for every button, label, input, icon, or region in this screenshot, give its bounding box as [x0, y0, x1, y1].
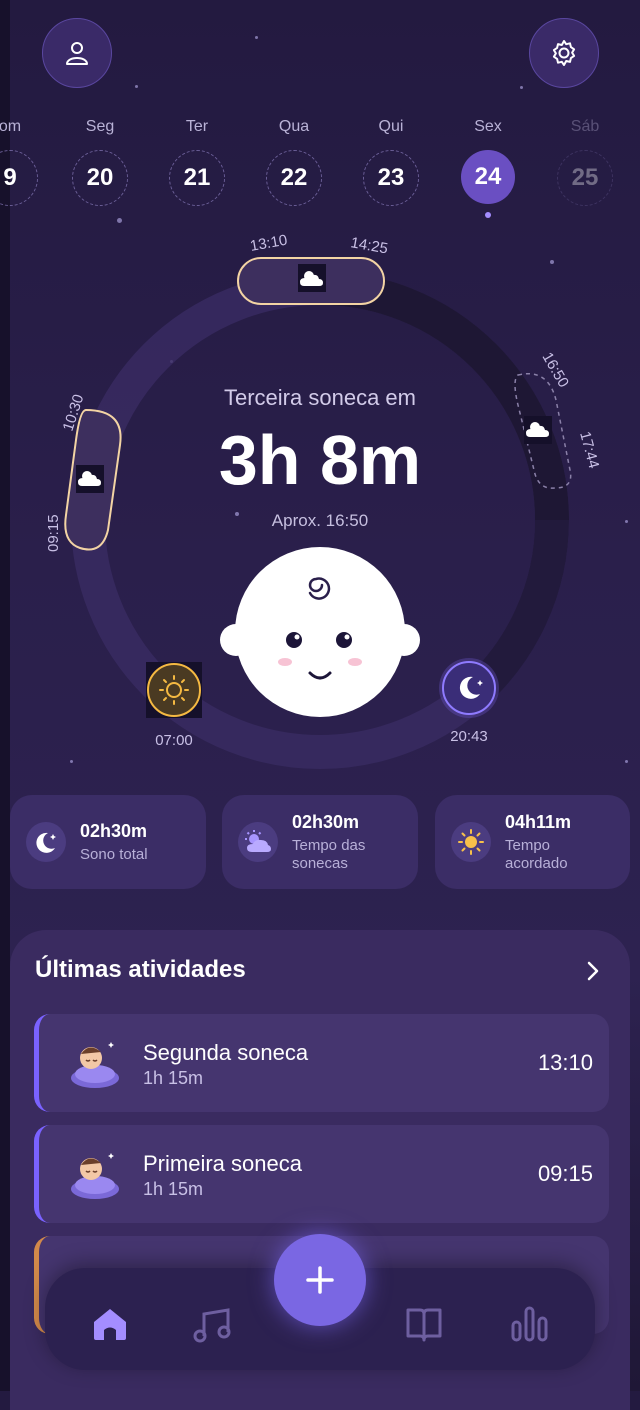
- activity-name: Primeira soneca: [143, 1151, 302, 1176]
- baby-face-illustration: [220, 547, 420, 717]
- stat-label-line2: acordado: [505, 854, 568, 872]
- stat-value: 04h11m: [505, 811, 572, 832]
- wake-time-label: 07:00: [155, 732, 193, 749]
- music-icon[interactable]: [192, 1304, 234, 1344]
- stat-awake-time[interactable]: 04h11m Tempo acordado: [435, 795, 630, 889]
- nap2-start-label: 13:10: [249, 232, 289, 255]
- wake-marker[interactable]: [146, 662, 202, 718]
- bed-time-label: 20:43: [450, 728, 488, 745]
- activity-duration: 1h 15m: [143, 1068, 204, 1088]
- bedtime-marker[interactable]: [439, 658, 499, 718]
- stat-label: Tempo das sonecas: [292, 837, 365, 873]
- stat-total-sleep[interactable]: 02h30m Sono total: [10, 795, 206, 889]
- countdown-label: Terceira soneca em: [224, 385, 416, 410]
- stats-chart-icon[interactable]: [510, 1304, 550, 1344]
- moon-icon: [26, 822, 66, 862]
- sleeping-baby-icon: [71, 1153, 119, 1199]
- stat-label-line2: sonecas: [292, 854, 348, 872]
- activity-name: Segunda soneca: [143, 1040, 309, 1065]
- countdown-value: 3h 8m: [218, 421, 422, 499]
- countdown-approx: Aprox. 16:50: [271, 511, 369, 530]
- activity-item[interactable]: Primeira soneca 1h 15m 09:15: [34, 1125, 609, 1223]
- add-button[interactable]: [274, 1234, 366, 1326]
- stat-label-line1: Tempo: [505, 836, 551, 854]
- plus-icon: [306, 1266, 334, 1294]
- chevron-right-icon[interactable]: [586, 960, 600, 982]
- activity-time: 13:10: [537, 1050, 593, 1075]
- home-icon[interactable]: [90, 1304, 130, 1344]
- sun-icon: [451, 822, 491, 862]
- activity-item[interactable]: Segunda soneca 1h 15m 13:10: [34, 1014, 609, 1112]
- stat-value: 02h30m: [292, 811, 360, 832]
- stat-label: Sono total: [80, 845, 148, 863]
- cloud-sun-icon: [238, 822, 278, 862]
- nap-segment-2[interactable]: [237, 257, 385, 305]
- sleeping-baby-icon: [71, 1042, 119, 1088]
- activity-duration: 1h 15m: [143, 1179, 204, 1199]
- stat-value: 02h30m: [80, 820, 148, 841]
- nap2-end-label: 14:25: [349, 234, 389, 257]
- book-icon[interactable]: [404, 1304, 444, 1344]
- stat-nap-time[interactable]: 02h30m Tempo das sonecas: [222, 795, 418, 889]
- stat-label-line1: Tempo das: [292, 836, 366, 854]
- activity-time: 09:15: [537, 1161, 593, 1186]
- activities-title: Últimas atividades: [35, 956, 246, 983]
- stat-label: Tempo acordado: [505, 837, 571, 873]
